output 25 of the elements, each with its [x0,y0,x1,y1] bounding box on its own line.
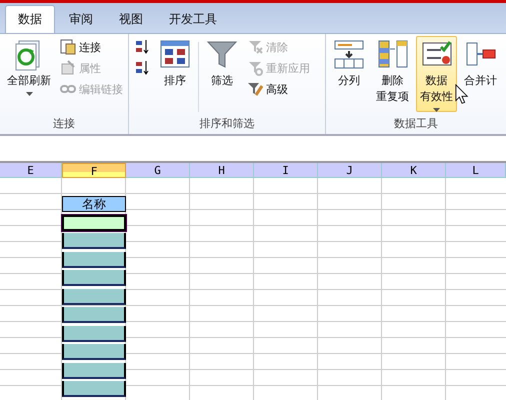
column-header[interactable]: G [126,163,190,178]
group-label: 数据工具 [393,116,439,132]
ribbon-button[interactable]: 合并计 [460,36,501,112]
ribbon-tab[interactable]: 开发工具 [157,6,229,33]
ribbon-button[interactable]: 数据 有效性 [416,36,457,112]
ribbon-button[interactable]: 筛选 [202,36,242,112]
column-header[interactable]: E [0,163,62,178]
column-header[interactable]: K [382,163,446,178]
ribbon-button[interactable]: 分列 [329,36,369,112]
column-header[interactable]: H [190,163,254,178]
ribbon-button[interactable]: 连接 [58,38,125,56]
ribbon-button[interactable]: 全部刷新 [3,36,55,112]
ribbon-tab[interactable]: 视图 [107,6,155,33]
column-header[interactable]: J [318,163,382,178]
ribbon-button[interactable]: 删除 重复项 [372,36,413,112]
ribbon-button[interactable]: 排序 [155,36,195,112]
ribbon-tab[interactable]: 数据 [5,5,55,33]
ribbon-button[interactable]: 高级 [245,80,312,98]
column-header[interactable]: F [62,163,126,178]
column-header[interactable]: I [254,163,318,178]
group-label: 连接 [52,116,76,132]
table-cell: 名称 [62,196,126,212]
group-label: 排序和筛选 [198,116,256,132]
column-header[interactable]: L [446,163,506,178]
ribbon-tab[interactable]: 审阅 [57,6,105,33]
